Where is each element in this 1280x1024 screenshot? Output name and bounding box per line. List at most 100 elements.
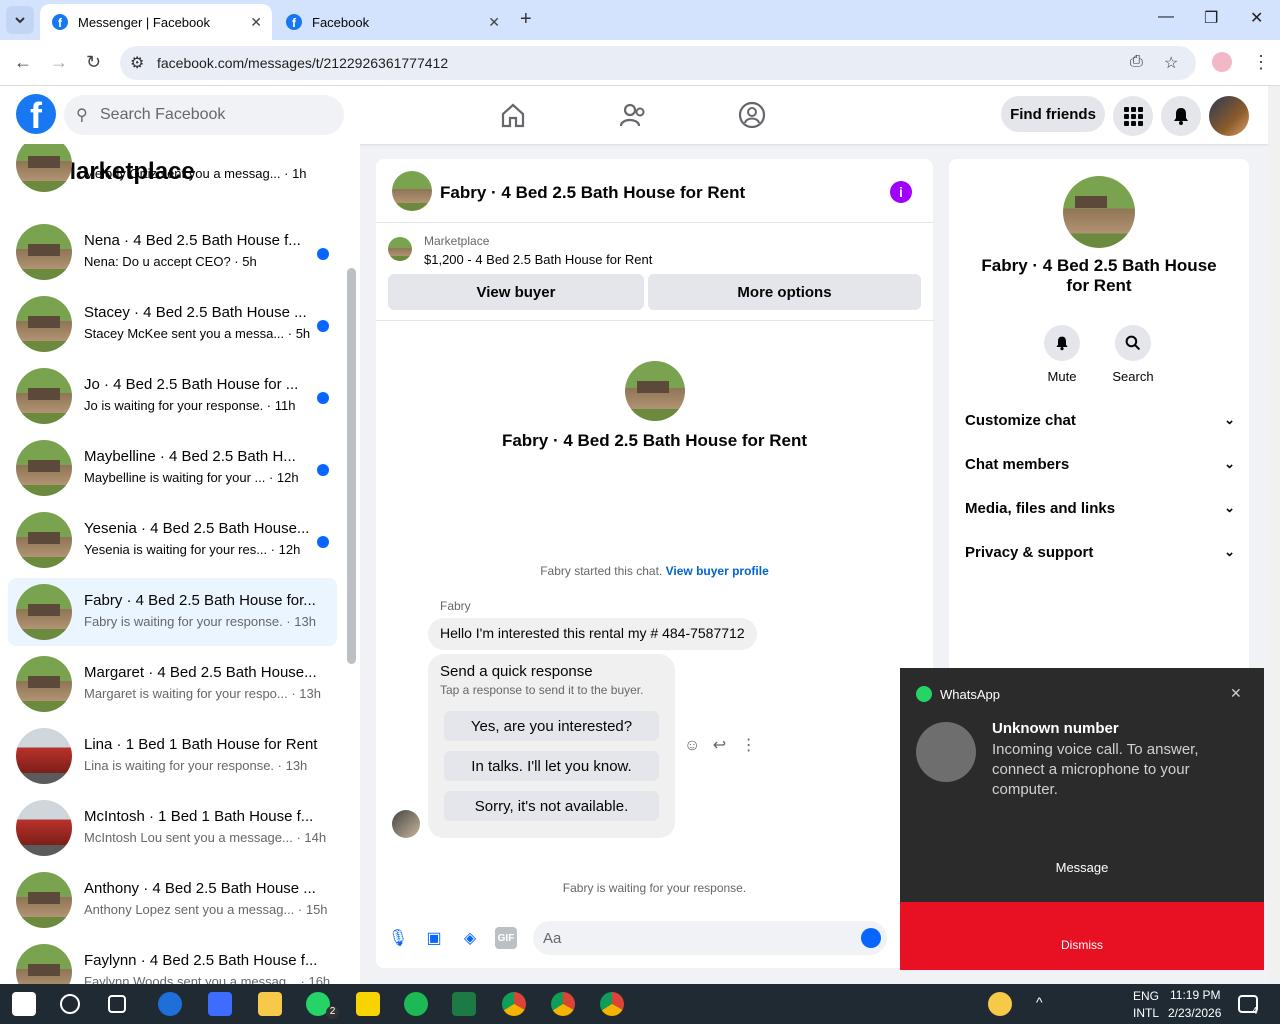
tab-title: Messenger | Facebook (78, 14, 210, 30)
mute-button[interactable]: Mute (1032, 325, 1092, 384)
chat-members-row[interactable]: Chat members ⌄ (965, 456, 1235, 473)
new-tab-icon[interactable]: + (520, 8, 532, 31)
conversation-item-active[interactable]: Fabry · 4 Bed 2.5 Bath House for... Fabr… (8, 578, 337, 646)
restore-icon[interactable]: ❐ (1204, 8, 1218, 28)
conversation-item[interactable]: Jo · 4 Bed 2.5 Bath House for ... Jo is … (8, 362, 337, 430)
photo-icon[interactable]: ▣ (423, 927, 445, 949)
friends-icon[interactable] (618, 100, 648, 130)
tab-facebook[interactable]: f Facebook ✕ (274, 4, 510, 40)
quick-reply-button[interactable]: Sorry, it's not available. (444, 791, 659, 821)
find-friends-button[interactable]: Find friends (1001, 96, 1105, 132)
started-text: Fabry started this chat. (540, 564, 663, 578)
listing-thumbnail (16, 296, 72, 352)
install-app-icon[interactable]: ⎙ (1130, 53, 1143, 71)
profile-icon[interactable] (1212, 52, 1232, 72)
message-input[interactable]: Aa (533, 921, 887, 955)
message-actions: ☺ ↩ ⋮ (684, 735, 757, 755)
site-info-icon[interactable]: ⚙ (130, 53, 144, 73)
search-icon[interactable] (60, 994, 80, 1014)
conversation-item[interactable]: Melody Ortiz sent you a messag... · 1h (8, 144, 337, 198)
listing-thumbnail (16, 584, 72, 640)
groups-icon[interactable] (737, 100, 767, 130)
info-icon[interactable]: i (890, 181, 912, 203)
sidebar-scrollbar[interactable] (347, 268, 356, 664)
conversation-item[interactable]: Faylynn · 4 Bed 2.5 Bath House f... Fayl… (8, 938, 337, 984)
language-indicator[interactable]: ENG (1133, 989, 1159, 1003)
quick-reply-button[interactable]: Yes, are you interested? (444, 711, 659, 741)
notifications-button[interactable] (1161, 96, 1201, 136)
view-buyer-profile-link[interactable]: View buyer profile (666, 564, 769, 578)
more-options-button[interactable]: More options (648, 274, 921, 310)
conversation-item[interactable]: Margaret · 4 Bed 2.5 Bath House... Marga… (8, 650, 337, 718)
chrome-icon[interactable] (551, 992, 575, 1016)
dismiss-button[interactable]: Dismiss (900, 902, 1264, 970)
listing-price[interactable]: $1,200 - 4 Bed 2.5 Bath House for Rent (424, 252, 652, 267)
task-view-icon[interactable] (108, 995, 126, 1013)
message-bubble[interactable]: Hello I'm interested this rental my # 48… (428, 618, 757, 650)
notification-body: Incoming voice call. To answer, connect … (992, 741, 1199, 798)
facebook-favicon-icon: f (286, 14, 302, 30)
search-input[interactable]: ⚲ Search Facebook (64, 95, 344, 135)
chat-title[interactable]: Fabry · 4 Bed 2.5 Bath House for Rent (440, 183, 745, 203)
close-icon[interactable]: ✕ (1230, 685, 1242, 702)
weather-moon-icon[interactable] (988, 992, 1012, 1016)
windows-start-icon[interactable] (12, 992, 36, 1016)
chrome-icon[interactable] (502, 992, 526, 1016)
more-icon[interactable]: ⋮ (741, 737, 757, 754)
view-buyer-button[interactable]: View buyer (388, 274, 644, 310)
home-icon[interactable] (498, 100, 528, 130)
chat-header: Fabry · 4 Bed 2.5 Bath House for Rent i (376, 159, 933, 223)
quick-reply-button[interactable]: In talks. I'll let you know. (444, 751, 659, 781)
reply-icon[interactable]: ↩ (713, 737, 726, 754)
app-t-icon[interactable] (158, 992, 182, 1016)
clock-time[interactable]: 11:19 PM (1170, 988, 1220, 1002)
account-avatar[interactable] (1209, 96, 1249, 136)
media-files-links-row[interactable]: Media, files and links ⌄ (965, 500, 1235, 517)
close-window-icon[interactable]: ✕ (1250, 8, 1263, 28)
close-tab-icon[interactable]: ✕ (488, 14, 500, 31)
menu-dots-icon[interactable]: ⋮ (1252, 52, 1270, 73)
conversation-item[interactable]: Maybelline · 4 Bed 2.5 Bath H... Maybell… (8, 434, 337, 502)
reload-icon[interactable]: ↻ (86, 52, 101, 73)
facebook-favicon-icon: f (52, 14, 68, 30)
conversation-item[interactable]: Stacey · 4 Bed 2.5 Bath House ... Stacey… (8, 290, 337, 358)
microphone-icon[interactable]: 🎙 (387, 927, 409, 949)
bookmark-star-icon[interactable]: ☆ (1164, 53, 1178, 73)
emoji-icon[interactable] (861, 928, 881, 948)
app-green-icon[interactable] (404, 992, 428, 1016)
conversation-item[interactable]: Yesenia · 4 Bed 2.5 Bath House... Yeseni… (8, 506, 337, 574)
conversation-item[interactable]: Anthony · 4 Bed 2.5 Bath House ... Antho… (8, 866, 337, 934)
message-button[interactable]: Message (900, 860, 1264, 875)
gif-icon[interactable]: GIF (495, 927, 517, 949)
minimize-icon[interactable]: — (1158, 8, 1174, 26)
file-explorer-icon[interactable] (258, 992, 282, 1016)
tab-search-menu-button[interactable] (6, 6, 34, 34)
address-bar[interactable]: ⚙ facebook.com/messages/t/21229263617774… (120, 46, 1196, 80)
conversation-item[interactable]: Lina · 1 Bed 1 Bath House for Rent Lina … (8, 722, 337, 790)
tab-messenger[interactable]: f Messenger | Facebook ✕ (40, 4, 272, 40)
menu-button[interactable] (1113, 96, 1153, 136)
customize-chat-row[interactable]: Customize chat ⌄ (965, 412, 1235, 429)
search-conversation-button[interactable]: Search (1103, 325, 1163, 384)
close-tab-icon[interactable]: ✕ (250, 14, 262, 31)
conversation-item[interactable]: McIntosh · 1 Bed 1 Bath House f... McInt… (8, 794, 337, 862)
clock-date[interactable]: 2/23/2026 (1168, 1006, 1221, 1020)
conversation-item[interactable]: Nena · 4 Bed 2.5 Bath House f... Nena: D… (8, 218, 337, 286)
caller-avatar-icon (916, 722, 976, 782)
tray-chevron-icon[interactable]: ^ (1036, 994, 1043, 1010)
forward-icon[interactable]: → (50, 52, 68, 73)
app-arc-icon[interactable] (208, 992, 232, 1016)
bell-icon (1044, 325, 1080, 361)
excel-icon[interactable] (452, 992, 476, 1016)
react-icon[interactable]: ☺ (684, 737, 700, 754)
chrome-icon[interactable] (600, 992, 624, 1016)
facebook-logo[interactable]: f (16, 94, 56, 134)
privacy-support-row[interactable]: Privacy & support ⌄ (965, 544, 1235, 561)
page-scrollbar[interactable] (1268, 86, 1280, 984)
sticky-notes-icon[interactable] (356, 992, 380, 1016)
sticker-icon[interactable]: ◈ (459, 927, 481, 949)
back-icon[interactable]: ← (14, 52, 32, 73)
chevron-down-icon: ⌄ (1224, 456, 1235, 471)
language-layout[interactable]: INTL (1133, 1006, 1159, 1020)
message-placeholder: Aa (543, 930, 562, 947)
